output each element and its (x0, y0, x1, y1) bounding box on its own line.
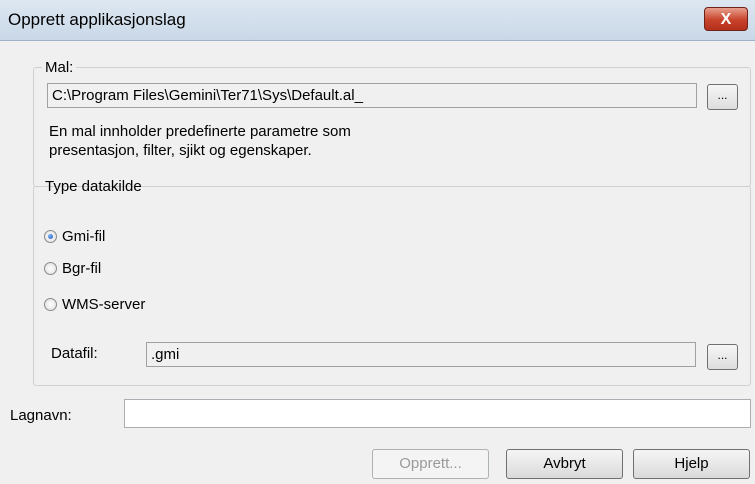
datafile-browse-button[interactable]: ... (707, 344, 738, 370)
template-path-field[interactable]: C:\Program Files\Gemini\Ter71\Sys\Defaul… (47, 83, 697, 108)
create-button[interactable]: Opprett... (372, 449, 489, 479)
help-button[interactable]: Hjelp (633, 449, 750, 479)
datasource-group-legend: Type datakilde (45, 178, 142, 195)
radio-gmi-file-indicator[interactable] (44, 230, 57, 243)
radio-wms-server-indicator[interactable] (44, 298, 57, 311)
cancel-button[interactable]: Avbryt (506, 449, 623, 479)
layer-name-label: Lagnavn: (10, 407, 72, 424)
template-group-legend: Mal: (45, 59, 74, 76)
dialog-body: Mal: C:\Program Files\Gemini\Ter71\Sys\D… (0, 41, 755, 484)
template-description-line1: En mal innholder predefinerte parametre … (49, 123, 351, 140)
template-browse-button[interactable]: ... (707, 84, 738, 110)
radio-bgr-file-indicator[interactable] (44, 262, 57, 275)
radio-wms-server-label: WMS-server (62, 296, 146, 313)
template-description-line2: presentasjon, filter, sjikt og egenskape… (49, 142, 312, 159)
close-icon: X (720, 11, 732, 28)
datafile-field[interactable]: .gmi (146, 342, 696, 367)
layer-name-input[interactable] (124, 399, 751, 428)
window-title: Opprett applikasjonslag (8, 10, 186, 29)
close-button[interactable]: X (704, 7, 748, 31)
radio-bgr-file-label: Bgr-fil (62, 260, 102, 277)
radio-gmi-file-label: Gmi-fil (62, 228, 106, 245)
title-bar[interactable]: Opprett applikasjonslag X (0, 0, 755, 41)
datafile-label: Datafil: (51, 345, 98, 362)
